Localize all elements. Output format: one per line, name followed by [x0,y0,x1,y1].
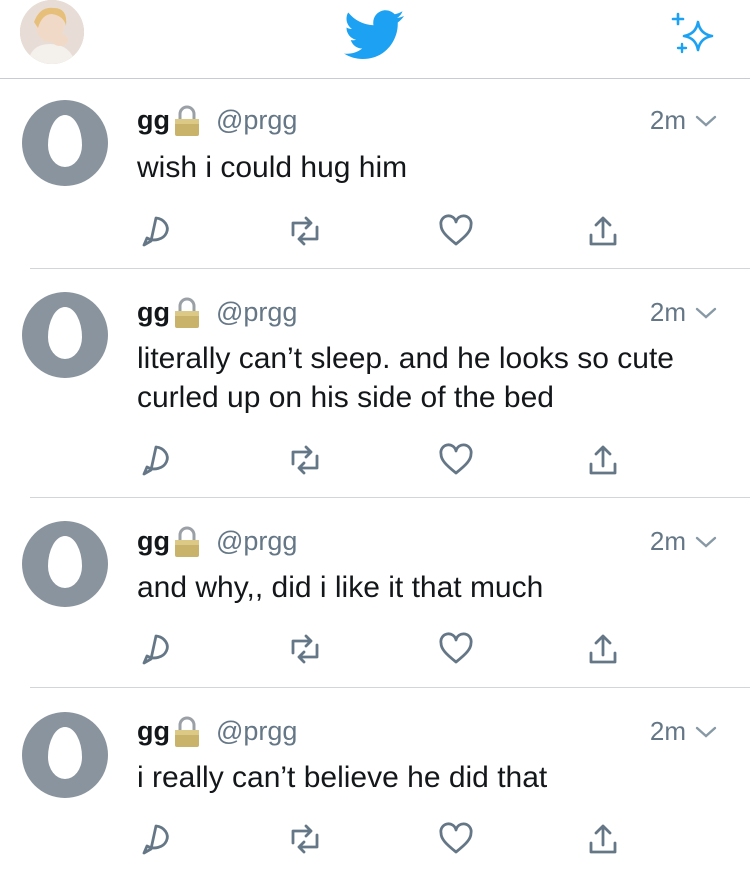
timestamp: 2m [649,105,686,135]
tweet[interactable]: gg @prgg 2m and why,, did i like it that… [0,497,750,688]
display-name[interactable]: gg [137,297,170,328]
egg-avatar[interactable] [22,100,108,186]
tweet-actions [0,631,750,665]
tweet-header: gg @prgg [137,713,297,749]
reply-icon[interactable] [138,442,174,478]
user-handle[interactable]: @prgg [216,716,297,747]
reply-icon[interactable] [138,213,174,249]
retweet-icon[interactable] [287,213,323,249]
retweet-icon[interactable] [287,821,323,857]
egg-icon [48,307,82,359]
reply-icon[interactable] [138,821,174,857]
timestamp: 2m [649,526,686,556]
lock-icon [175,297,199,328]
egg-icon [48,115,82,167]
chevron-down-icon[interactable] [694,723,718,741]
tweet[interactable]: gg @prgg 2m wish i could hug him [0,78,750,269]
lock-icon [175,526,199,557]
egg-icon [48,536,82,588]
share-icon[interactable] [585,631,621,667]
tweet-time: 2m [650,297,718,328]
chevron-down-icon[interactable] [694,304,718,322]
share-icon[interactable] [585,442,621,478]
tweet-actions [0,213,750,247]
heart-icon[interactable] [438,821,474,857]
tweet-header: gg @prgg [137,523,297,559]
heart-icon[interactable] [438,442,474,478]
tweet-actions [0,442,750,476]
user-handle[interactable]: @prgg [216,105,297,136]
display-name[interactable]: gg [137,105,170,136]
tweet-time: 2m [650,716,718,747]
tweet-actions [0,821,750,855]
reply-icon[interactable] [138,631,174,667]
top-bar [0,0,750,79]
tweet-text: i really can’t believe he did that [137,761,548,794]
tweet-text: literally can’t sleep. and he looks so c… [137,342,674,414]
tweet-header: gg @prgg [137,102,297,138]
user-handle[interactable]: @prgg [216,526,297,557]
tweet-text: and why,, did i like it that much [137,571,544,604]
egg-avatar[interactable] [22,712,108,798]
tweet-header: gg @prgg [137,294,297,330]
egg-icon [48,727,82,779]
tweet[interactable]: gg @prgg 2m literally can’t sleep. and h… [0,268,750,498]
chevron-down-icon[interactable] [694,112,718,130]
timestamp: 2m [649,716,686,746]
egg-avatar[interactable] [22,521,108,607]
tweet-time: 2m [650,526,718,557]
display-name[interactable]: gg [137,716,170,747]
twitter-bird-icon[interactable] [343,10,405,60]
profile-avatar[interactable] [20,0,84,64]
tweet-text: wish i could hug him [137,151,408,184]
sparkle-icon[interactable] [668,8,720,60]
retweet-icon[interactable] [287,442,323,478]
chevron-down-icon[interactable] [694,533,718,551]
share-icon[interactable] [585,821,621,857]
tweet[interactable]: gg @prgg 2m i really can’t believe he di… [0,687,750,873]
display-name[interactable]: gg [137,526,170,557]
lock-icon [175,105,199,136]
timestamp: 2m [649,297,686,327]
lock-icon [175,716,199,747]
egg-avatar[interactable] [22,292,108,378]
tweet-time: 2m [650,105,718,136]
share-icon[interactable] [585,213,621,249]
user-handle[interactable]: @prgg [216,297,297,328]
heart-icon[interactable] [438,213,474,249]
heart-icon[interactable] [438,631,474,667]
retweet-icon[interactable] [287,631,323,667]
